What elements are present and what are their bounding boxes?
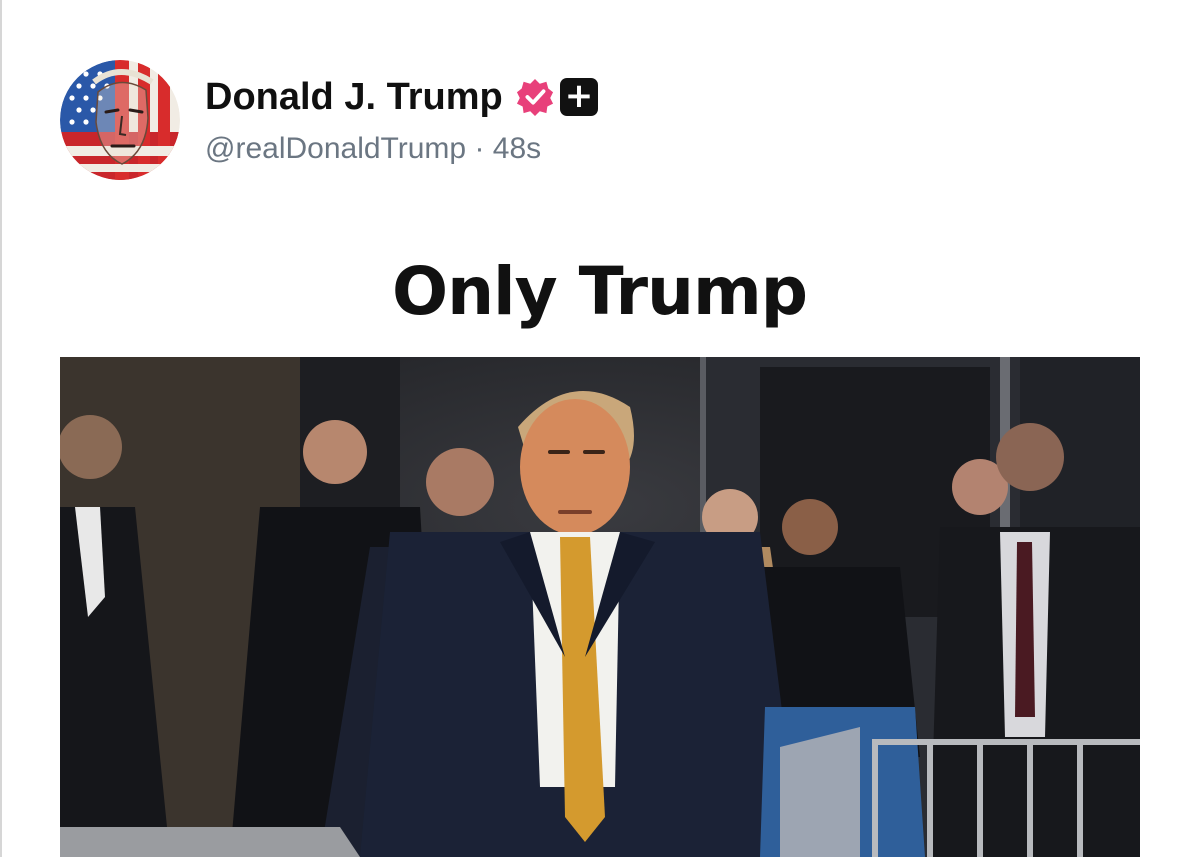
left-border [0, 0, 2, 857]
meta-separator: · [466, 132, 493, 165]
verified-badge-icon [516, 78, 554, 116]
courthouse-photo [60, 357, 1140, 857]
author-handle[interactable]: @realDonaldTrump [205, 132, 466, 165]
post-photo[interactable] [60, 357, 1140, 857]
post-header: Donald J. Trump + @realDonaldTrump · 48s [60, 60, 1160, 182]
plus-badge-icon: + [560, 78, 598, 116]
avatar[interactable] [60, 60, 180, 180]
post-timestamp[interactable]: 48s [493, 132, 541, 165]
media-title: Only Trump [391, 253, 808, 330]
author-display-name[interactable]: Donald J. Trump [205, 76, 503, 119]
author-meta: @realDonaldTrump · 48s [205, 132, 541, 166]
